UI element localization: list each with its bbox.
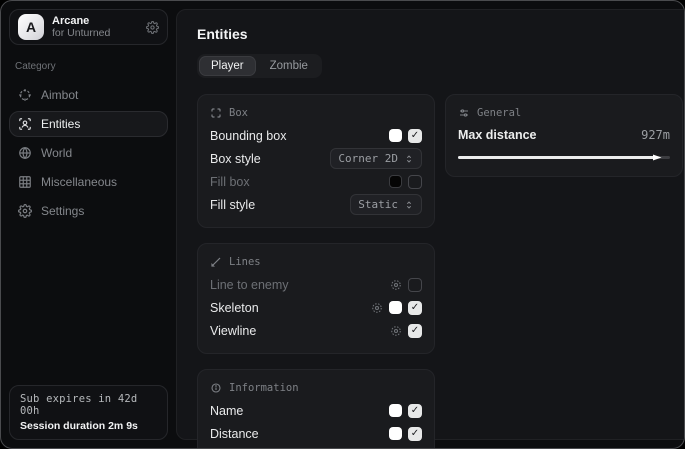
checkbox[interactable]: ✓ — [408, 278, 422, 292]
checkbox[interactable]: ✓ — [408, 324, 422, 338]
tab-bar: Player Zombie — [197, 54, 322, 78]
row-skeleton: Skeleton ✓ — [210, 297, 422, 318]
row-label: Distance — [210, 427, 259, 441]
slider-thumb[interactable] — [653, 153, 662, 162]
color-swatch[interactable] — [389, 301, 402, 314]
row-max-distance: Max distance 927m — [458, 125, 670, 145]
checkbox[interactable]: ✓ — [408, 427, 422, 441]
row-bounding-box: Bounding box ✓ — [210, 125, 422, 146]
brand-logo: A — [18, 14, 44, 40]
main-panel: Entities Player Zombie Box Bounding box — [176, 9, 685, 440]
row-label: Fill style — [210, 198, 255, 212]
box-section-title: Box — [229, 107, 248, 119]
checkbox[interactable]: ✓ — [408, 129, 422, 143]
sliders-icon — [458, 107, 470, 119]
checkbox[interactable]: ✓ — [408, 301, 422, 315]
scan-icon — [18, 117, 32, 131]
page-title: Entities — [197, 26, 683, 42]
box-section: Box Bounding box ✓ Box style Corner 2D — [197, 94, 435, 228]
pencil-line-icon — [210, 256, 222, 268]
checkbox[interactable]: ✓ — [408, 404, 422, 418]
sidebar: A Arcane for Unturned Category Aimbot — [1, 1, 176, 448]
row-label: Line to enemy — [210, 278, 289, 292]
crosshair-icon — [18, 88, 32, 102]
general-section-title: General — [477, 107, 521, 119]
row-label: Bounding box — [210, 129, 286, 143]
color-swatch[interactable] — [389, 427, 402, 440]
category-label: Category — [15, 61, 164, 72]
sidebar-item-aimbot[interactable]: Aimbot — [9, 82, 168, 108]
content-columns: Box Bounding box ✓ Box style Corner 2D — [197, 94, 683, 449]
lines-section-title: Lines — [229, 256, 261, 268]
row-box-style: Box style Corner 2D — [210, 148, 422, 169]
subscription-card: Sub expires in 42d 00h Session duration … — [9, 385, 168, 440]
gear-icon[interactable] — [390, 279, 402, 291]
information-section: Information Name ✓ Distance ✓ — [197, 369, 435, 449]
lines-section: Lines Line to enemy ✓ Skeleton — [197, 243, 435, 354]
brand-card: A Arcane for Unturned — [9, 9, 168, 45]
brand-name: Arcane — [52, 15, 138, 28]
row-label: Name — [210, 404, 243, 418]
tab-player[interactable]: Player — [199, 56, 256, 76]
box-section-header: Box — [210, 107, 422, 119]
box-corners-icon — [210, 107, 222, 119]
app-window: A Arcane for Unturned Category Aimbot — [0, 0, 685, 449]
color-swatch[interactable] — [389, 404, 402, 417]
max-distance-slider[interactable] — [458, 151, 670, 164]
row-name: Name ✓ — [210, 400, 422, 421]
sidebar-nav: Aimbot Entities World Miscellaneous — [9, 82, 168, 224]
left-column: Box Bounding box ✓ Box style Corner 2D — [197, 94, 435, 449]
max-distance-fill — [458, 156, 655, 159]
brand-text: Arcane for Unturned — [52, 15, 138, 40]
color-swatch[interactable] — [389, 129, 402, 142]
unfold-icon — [404, 154, 414, 164]
row-fill-box: Fill box ✓ — [210, 171, 422, 192]
row-distance: Distance ✓ — [210, 423, 422, 444]
grid-icon — [18, 175, 32, 189]
sub-expiry-text: Sub expires in 42d 00h — [20, 393, 157, 417]
lines-section-header: Lines — [210, 256, 422, 268]
row-label: Viewline — [210, 324, 256, 338]
max-distance-label: Max distance — [458, 128, 537, 142]
sidebar-item-label: Miscellaneous — [41, 175, 117, 189]
sidebar-item-miscellaneous[interactable]: Miscellaneous — [9, 169, 168, 195]
row-label: Skeleton — [210, 301, 259, 315]
gear-icon — [18, 204, 32, 218]
sidebar-item-label: World — [41, 146, 72, 160]
general-section-header: General — [458, 107, 670, 119]
tab-zombie[interactable]: Zombie — [258, 56, 320, 76]
sidebar-item-label: Settings — [41, 204, 84, 218]
fill-style-dropdown[interactable]: Static — [350, 194, 422, 215]
dropdown-value: Static — [358, 198, 398, 211]
gear-icon[interactable] — [390, 325, 402, 337]
right-column: General Max distance 927m — [445, 94, 683, 177]
checkbox[interactable]: ✓ — [408, 175, 422, 189]
row-line-to-enemy: Line to enemy ✓ — [210, 274, 422, 295]
gear-icon[interactable] — [371, 302, 383, 314]
color-swatch[interactable] — [389, 175, 402, 188]
sidebar-item-world[interactable]: World — [9, 140, 168, 166]
info-icon — [210, 382, 222, 394]
brand-gear-icon[interactable] — [146, 21, 159, 34]
box-style-dropdown[interactable]: Corner 2D — [330, 148, 422, 169]
session-duration-text: Session duration 2m 9s — [20, 420, 157, 432]
sidebar-item-label: Aimbot — [41, 88, 78, 102]
row-fill-style: Fill style Static — [210, 194, 422, 215]
row-label: Fill box — [210, 175, 250, 189]
row-label: Box style — [210, 152, 261, 166]
sidebar-item-entities[interactable]: Entities — [9, 111, 168, 137]
sidebar-item-settings[interactable]: Settings — [9, 198, 168, 224]
brand-subtitle: for Unturned — [52, 27, 138, 39]
dropdown-value: Corner 2D — [338, 152, 398, 165]
unfold-icon — [404, 200, 414, 210]
max-distance-value: 927m — [641, 128, 670, 142]
information-section-header: Information — [210, 382, 422, 394]
information-section-title: Information — [229, 382, 299, 394]
row-viewline: Viewline ✓ — [210, 320, 422, 341]
sidebar-item-label: Entities — [41, 117, 80, 131]
general-section: General Max distance 927m — [445, 94, 683, 177]
globe-icon — [18, 146, 32, 160]
